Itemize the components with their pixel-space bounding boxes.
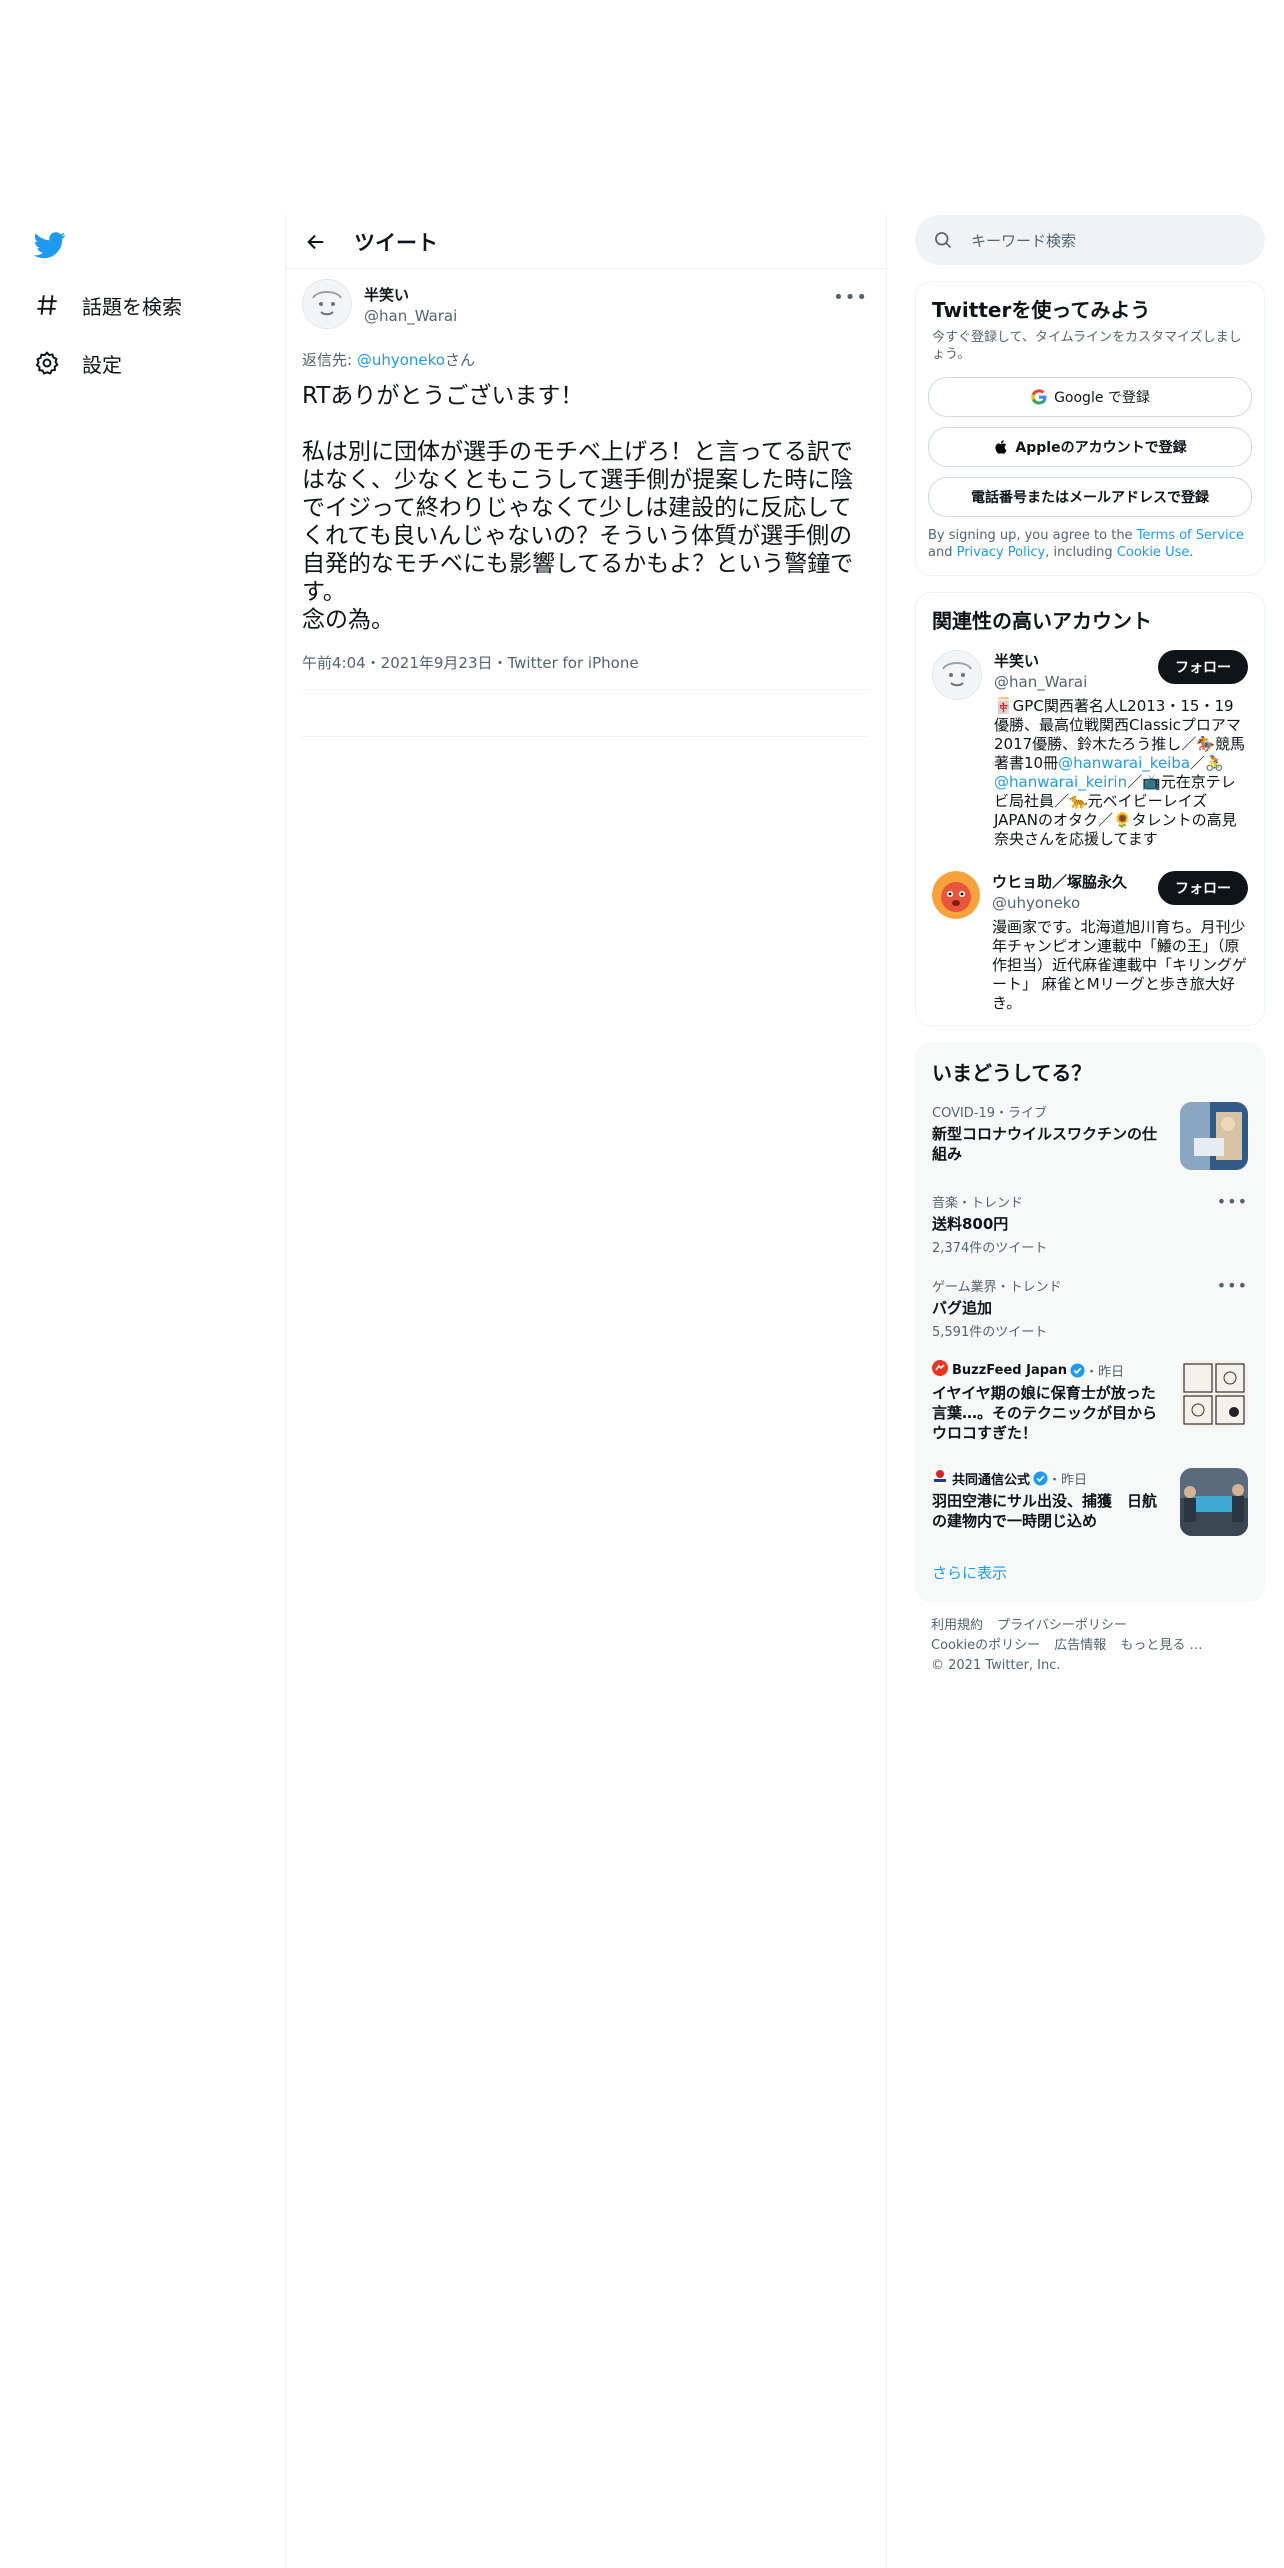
bio-link-keiba[interactable]: @hanwarai_keiba	[1058, 754, 1190, 772]
privacy-policy-link[interactable]: Privacy Policy	[957, 545, 1046, 560]
more-options-icon[interactable]: •••	[1217, 1192, 1248, 1211]
tweet-author[interactable]: 半笑い @han_Warai	[302, 269, 870, 339]
nav-explore[interactable]: 話題を検索	[34, 285, 182, 325]
terms-text: By signing up, you agree to the	[928, 528, 1137, 543]
footer-link-terms[interactable]: 利用規約	[931, 1618, 983, 1633]
news-item[interactable]: BuzzFeed Japan ・昨日 イヤイヤ期の娘に保育士が放った言葉…。その…	[916, 1350, 1264, 1458]
apple-signup-button[interactable]: Appleのアカウントで登録	[928, 427, 1252, 467]
google-signup-button[interactable]: Google で登録	[928, 377, 1252, 417]
trend-meta: 音楽・トレンド	[932, 1196, 1024, 1211]
hashtag-icon	[34, 292, 60, 318]
account-avatar[interactable]	[932, 650, 982, 700]
trends-title: いまどうしてる？	[932, 1061, 1092, 1085]
tweet-actions	[302, 690, 870, 737]
news-source-name: BuzzFeed Japan	[952, 1362, 1068, 1378]
trend-item[interactable]: COVID-19・ライブ 新型コロナウイルスワクチンの仕組み	[916, 1092, 1264, 1182]
twitter-logo-icon[interactable]	[34, 229, 66, 261]
reply-suffix: さん	[444, 351, 475, 369]
related-accounts-card: 関連性の高いアカウント 半笑い @han_Warai 🀄GPC関西著名人L201…	[915, 592, 1265, 1026]
news-time: ・昨日	[1048, 1472, 1088, 1488]
news-item[interactable]: 共同通信公式 ・昨日 羽田空港にサル出没、捕獲 日航の建物内で一時閉じ込め	[916, 1458, 1264, 1548]
account-item[interactable]: 半笑い @han_Warai 🀄GPC関西著名人L2013・15・19優勝、最高…	[916, 634, 1264, 849]
author-handle[interactable]: @han_Warai	[364, 307, 457, 325]
footer-link-ads[interactable]: 広告情報	[1054, 1638, 1106, 1653]
trend-title: 送料800円	[932, 1215, 1009, 1233]
more-options-icon[interactable]: •••	[833, 287, 868, 308]
signup-subtitle: 今すぐ登録して、タイムラインをカスタマイズしましょう。	[932, 330, 1242, 362]
nav-explore-label: 話題を検索	[82, 294, 182, 319]
nav-settings[interactable]: 設定	[34, 343, 122, 383]
search-input[interactable]: キーワード検索	[971, 230, 1076, 251]
account-bio: 🀄GPC関西著名人L2013・15・19優勝、最高位戦関西Classicプロアマ…	[994, 697, 1248, 849]
buzzfeed-logo-icon	[932, 1360, 948, 1380]
verified-badge-icon	[1070, 1362, 1085, 1378]
trend-meta: ゲーム業界・トレンド	[932, 1280, 1062, 1295]
search-icon	[933, 230, 953, 250]
account-bio: 漫画家です。北海道旭川育ち。月刊少年チャンピオン連載中「鱶の王」（原作担当）近代…	[992, 918, 1248, 1012]
more-options-icon[interactable]: •••	[1217, 1276, 1248, 1295]
trends-card: いまどうしてる？ COVID-19・ライブ 新型コロナウイルスワクチンの仕組み …	[915, 1042, 1265, 1602]
copyright: © 2021 Twitter, Inc.	[931, 1658, 1061, 1673]
google-signup-label: Google で登録	[1054, 390, 1150, 406]
trend-item[interactable]: 音楽・トレンド 送料800円 2,374件のツイート •••	[916, 1182, 1264, 1266]
nav-settings-label: 設定	[82, 352, 122, 377]
page-title: ツイート	[354, 230, 438, 255]
news-thumbnail	[1180, 1468, 1248, 1536]
trend-title: バグ追加	[932, 1299, 993, 1317]
signup-terms: By signing up, you agree to the Terms of…	[916, 517, 1264, 575]
trend-count: 5,591件のツイート	[932, 1325, 1048, 1340]
news-time: ・昨日	[1085, 1364, 1125, 1380]
apple-icon	[993, 438, 1009, 456]
trend-thumbnail	[1180, 1102, 1248, 1170]
gear-icon	[34, 350, 60, 376]
reply-prefix: 返信先:	[302, 351, 353, 369]
bio-text-2: ／🚴	[1190, 754, 1224, 772]
tweet-timestamp[interactable]: 午前4:04・2021年9月23日・Twitter for iPhone	[302, 652, 870, 690]
main-column: ツイート 半笑い @han_Warai ••• 返信先: @uhyonekoさん…	[285, 215, 887, 2568]
top-bar: ツイート	[286, 215, 886, 269]
trend-count: 2,374件のツイート	[932, 1241, 1048, 1256]
google-icon	[1030, 388, 1048, 406]
search-box[interactable]: キーワード検索	[915, 215, 1265, 265]
phone-email-signup-label: 電話番号またはメールアドレスで登録	[971, 490, 1209, 506]
tweet: 半笑い @han_Warai ••• 返信先: @uhyonekoさん RTあり…	[286, 269, 886, 737]
back-arrow-icon[interactable]	[300, 226, 332, 258]
footer-link-cookies[interactable]: Cookieのポリシー	[931, 1638, 1040, 1653]
signup-title: Twitterを使ってみよう	[932, 298, 1151, 322]
author-name[interactable]: 半笑い	[364, 284, 457, 305]
footer-link-more[interactable]: もっと見る …	[1120, 1638, 1202, 1653]
account-item[interactable]: ウヒョ助／塚脇永久 @uhyoneko 漫画家です。北海道旭川育ち。月刊少年チャ…	[916, 849, 1264, 1013]
related-title: 関連性の高いアカウント	[932, 609, 1152, 633]
news-source-name: 共同通信公式	[952, 1472, 1031, 1488]
follow-button[interactable]: フォロー	[1158, 650, 1248, 684]
terms-including: , including	[1045, 545, 1117, 560]
trend-item[interactable]: ゲーム業界・トレンド バグ追加 5,591件のツイート •••	[916, 1266, 1264, 1350]
reply-to: 返信先: @uhyonekoさん	[302, 349, 870, 370]
cookie-use-link[interactable]: Cookie Use	[1117, 545, 1190, 560]
terms-end: .	[1189, 545, 1194, 560]
verified-badge-icon	[1033, 1470, 1048, 1486]
kyodo-logo-icon	[932, 1468, 948, 1488]
phone-email-signup-button[interactable]: 電話番号またはメールアドレスで登録	[928, 477, 1252, 517]
signup-card: Twitterを使ってみよう 今すぐ登録して、タイムラインをカスタマイズしましょ…	[915, 281, 1265, 576]
news-thumbnail	[1180, 1360, 1248, 1428]
bio-link-keirin[interactable]: @hanwarai_keirin	[994, 773, 1127, 791]
author-avatar[interactable]	[302, 279, 352, 329]
show-more-link[interactable]: さらに表示	[916, 1548, 1264, 1601]
tweet-text: RTありがとうございます！ 私は別に団体が選手のモチベ上げろ！と言ってる訳ではな…	[302, 383, 854, 633]
right-sidebar: キーワード検索 Twitterを使ってみよう 今すぐ登録して、タイムラインをカス…	[915, 215, 1265, 1690]
reply-handle-link[interactable]: @uhyoneko	[357, 351, 445, 369]
terms-of-service-link[interactable]: Terms of Service	[1137, 528, 1244, 543]
footer: 利用規約 プライバシーポリシー Cookieのポリシー 広告情報 もっと見る ……	[915, 1602, 1265, 1690]
follow-button[interactable]: フォロー	[1158, 871, 1248, 905]
account-avatar[interactable]	[932, 871, 980, 919]
terms-and: and	[928, 545, 957, 560]
apple-signup-label: Appleのアカウントで登録	[1015, 440, 1187, 456]
footer-link-privacy[interactable]: プライバシーポリシー	[997, 1618, 1127, 1633]
